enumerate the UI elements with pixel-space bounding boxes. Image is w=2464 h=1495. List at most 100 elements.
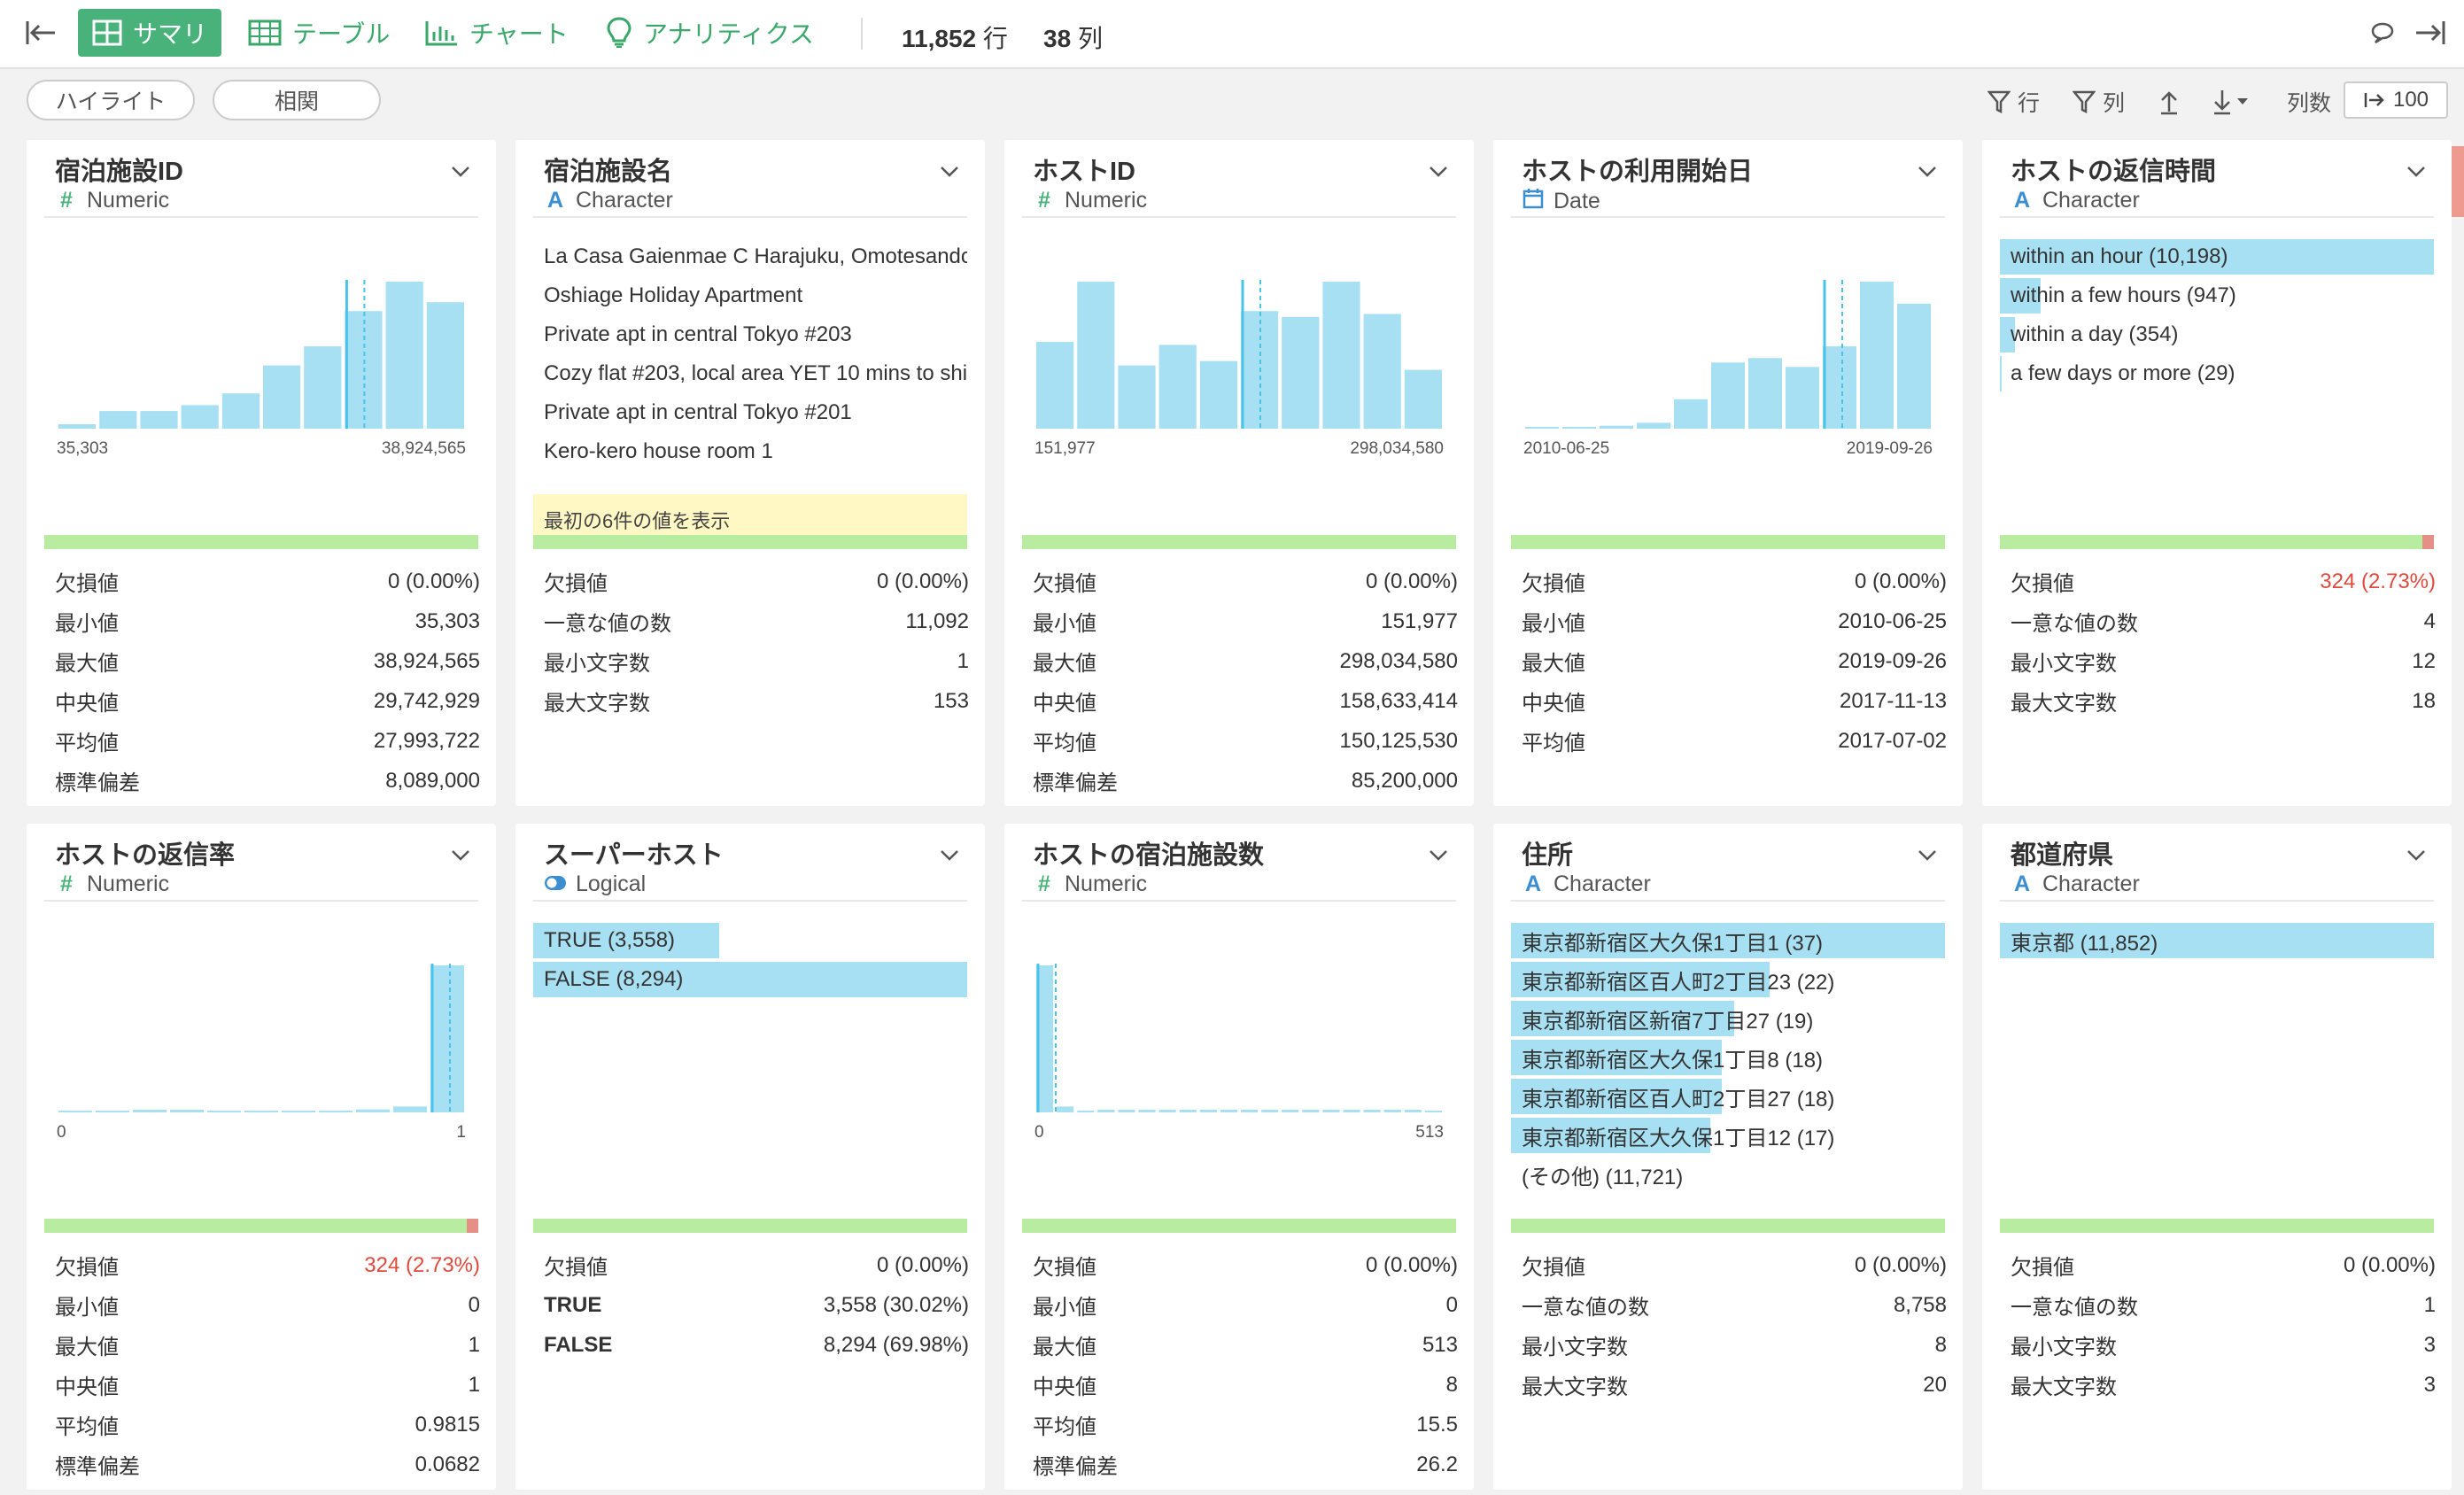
column-title: 住所	[1522, 841, 1574, 870]
category-bar[interactable]: within an hour (10,198)	[2000, 239, 2434, 275]
chevron-down-icon[interactable]	[939, 165, 960, 183]
stat-row: 最大文字数 20	[1522, 1365, 1947, 1405]
collapse-left-icon[interactable]	[25, 9, 67, 57]
stat-row-missing: 欠損値 0 (0.00%)	[1522, 562, 1947, 601]
stat-label: 最大文字数	[2011, 692, 2117, 716]
column-title: ホストの宿泊施設数	[1033, 841, 1265, 870]
missing-portion	[467, 1219, 478, 1233]
category-bar[interactable]: 東京都新宿区新宿7丁目27 (19)	[1511, 1001, 1945, 1036]
column-card: 宿泊施設名 A Character La Casa Gaienmae C Haraju…	[515, 140, 985, 806]
chevron-down-icon[interactable]	[1917, 165, 1938, 183]
histogram-bar	[1097, 1110, 1115, 1112]
stat-value: 324 (2.73%)	[2320, 569, 2436, 593]
category-bar[interactable]: 東京都新宿区百人町2丁目23 (22)	[1511, 962, 1945, 997]
column-title: 宿泊施設ID	[55, 158, 184, 186]
column-title: 都道府県	[2011, 841, 2114, 870]
stat-row: 平均値 0.9815	[55, 1405, 480, 1445]
stats-table: 欠損値 0 (0.00%) 一意な値の数 1 最小文字数 3 最大文字数 3	[2011, 1245, 2436, 1405]
stat-value: 0 (0.00%)	[1854, 1252, 1947, 1277]
stat-row: 最大値 2019-09-26	[1522, 641, 1947, 681]
chevron-down-icon[interactable]	[1428, 165, 1449, 183]
column-title: ホストID	[1033, 158, 1136, 186]
collapse-right-icon[interactable]	[2414, 9, 2457, 57]
comment-icon[interactable]	[2370, 9, 2406, 57]
chevron-down-icon[interactable]	[2406, 165, 2427, 183]
tab-table[interactable]: テーブル	[248, 9, 390, 57]
tab-table-label: テーブル	[292, 20, 391, 48]
category-bar[interactable]: FALSE (8,294)	[533, 962, 967, 997]
histogram-bar	[1322, 282, 1360, 429]
scrollbar[interactable]	[2452, 146, 2464, 217]
stat-row: 最大文字数 3	[2011, 1365, 2436, 1405]
filter-icon	[1987, 90, 2011, 114]
stat-value: 8	[1445, 1372, 1458, 1397]
chevron-down-icon[interactable]	[450, 848, 471, 867]
value-list: La Casa Gaienmae C Harajuku, Omotesando O…	[533, 237, 967, 471]
histogram-bar	[1525, 427, 1559, 429]
stat-label: 標準偏差	[55, 771, 140, 795]
histogram-chart: 151,977 298,034,580	[1034, 280, 1444, 458]
sort-up-icon[interactable]	[2158, 87, 2188, 117]
category-bar[interactable]: 東京都新宿区百人町2丁目27 (18)	[1511, 1079, 1945, 1114]
chevron-down-icon[interactable]	[2406, 848, 2427, 867]
row-filter-button[interactable]: 行	[1987, 87, 2040, 117]
category-label: a few days or more (29)	[2011, 361, 2235, 385]
tab-summary[interactable]: サマリ	[78, 9, 222, 57]
histogram-bar	[140, 411, 178, 429]
row-count: 11,852 行	[902, 25, 1008, 52]
histogram-bar	[1118, 1110, 1135, 1112]
stat-label: 欠損値	[55, 1256, 119, 1280]
histogram-bar	[1424, 1111, 1442, 1112]
column-type: # Numeric	[1033, 188, 1147, 213]
stat-value: 11,092	[905, 608, 969, 633]
tab-chart[interactable]: チャート	[425, 9, 569, 57]
stat-row: 標準偏差 26.2	[1033, 1445, 1458, 1484]
histogram-bar	[282, 1111, 315, 1112]
stat-value: 150,125,530	[1339, 728, 1458, 753]
correlation-button[interactable]: 相関	[213, 80, 381, 120]
chevron-down-icon[interactable]	[939, 848, 960, 867]
stat-row-missing: 欠損値 0 (0.00%)	[1522, 1245, 1947, 1285]
stat-label: 最小値	[55, 1296, 119, 1320]
category-bar[interactable]: 東京都新宿区大久保1丁目12 (17)	[1511, 1118, 1945, 1153]
stat-label: 標準偏差	[1033, 771, 1118, 795]
sort-down-dropdown-icon[interactable]	[2211, 87, 2260, 117]
highlight-button[interactable]: ハイライト	[27, 80, 195, 120]
tab-analytics[interactable]: アナリティクス	[606, 9, 814, 57]
chevron-down-icon[interactable]	[450, 165, 471, 183]
stat-value: 2010-06-25	[1838, 608, 1947, 633]
histogram-bar	[221, 393, 260, 429]
column-filter-button[interactable]: 列	[2073, 87, 2125, 117]
stats-table: 欠損値 0 (0.00%) 最小値 2010-06-25 最大値 2019-09-26 中央…	[1522, 562, 1947, 761]
stat-row: 中央値 29,742,929	[55, 681, 480, 721]
stat-row: 最小値 35,303	[55, 601, 480, 641]
column-type-label: Character	[2042, 188, 2140, 213]
stat-row: 一意な値の数 8,758	[1522, 1285, 1947, 1325]
column-count-input[interactable]: 100	[2344, 81, 2448, 119]
category-bar[interactable]: TRUE (3,558)	[533, 923, 967, 958]
chevron-down-icon[interactable]	[1917, 848, 1938, 867]
category-bar[interactable]: within a day (354)	[2000, 317, 2434, 352]
stat-label: 欠損値	[544, 572, 608, 596]
x-min-label: 151,977	[1034, 439, 1096, 458]
category-bar[interactable]: 東京都新宿区大久保1丁目1 (37)	[1511, 923, 1945, 958]
category-label: within an hour (10,198)	[2011, 244, 2228, 268]
category-bar[interactable]: 東京都新宿区大久保1丁目8 (18)	[1511, 1040, 1945, 1075]
histogram-bar	[58, 1111, 92, 1112]
category-bar[interactable]: a few days or more (29)	[2000, 356, 2434, 391]
stat-value: 0 (0.00%)	[387, 569, 480, 593]
stat-row: 最小値 0	[55, 1285, 480, 1325]
histogram-bar	[356, 1109, 390, 1112]
histogram-bar	[1860, 282, 1894, 429]
chevron-down-icon[interactable]	[1428, 848, 1449, 867]
list-item: Kero-kero house room 1	[544, 439, 773, 463]
stat-label: 一意な値の数	[1522, 1296, 1649, 1320]
header-divider	[2000, 900, 2434, 902]
category-bar[interactable]: 東京都 (11,852)	[2000, 923, 2434, 958]
stat-value: 153	[933, 688, 969, 713]
histogram-bar	[393, 1106, 427, 1112]
column-title: ホストの返信率	[55, 841, 236, 870]
character-a-icon: A	[2013, 188, 2031, 213]
category-bar[interactable]: within a few hours (947)	[2000, 278, 2434, 314]
stat-row: 最小文字数 8	[1522, 1325, 1947, 1365]
